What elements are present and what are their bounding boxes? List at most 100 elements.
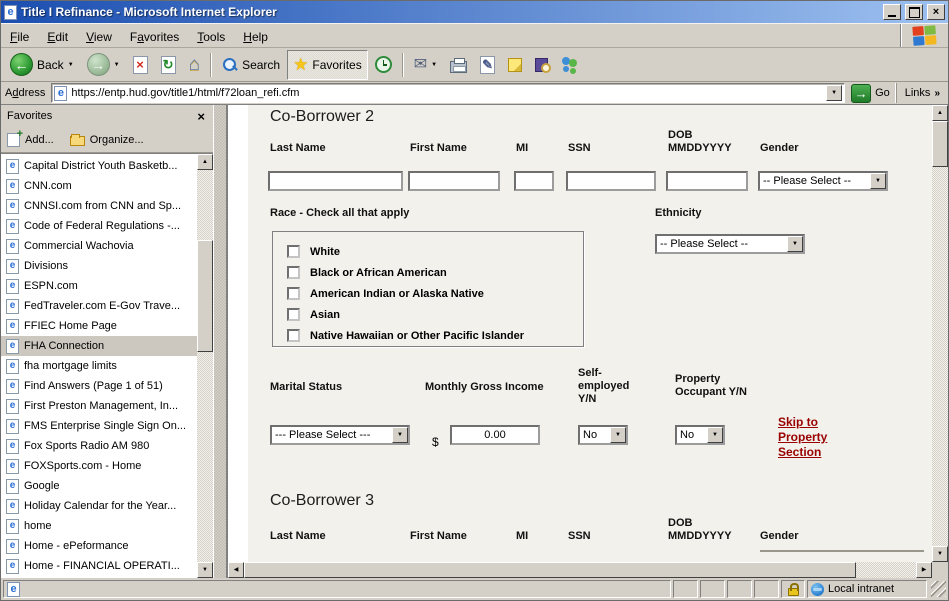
sidebar-splitter[interactable] [213, 105, 227, 578]
security-lock-pane[interactable] [781, 580, 805, 598]
home-button[interactable]: ⌂ [183, 50, 206, 80]
favorite-item[interactable]: e First Preston Management, In... [1, 396, 197, 416]
favorite-item[interactable]: e FedTraveler.com E-Gov Trave... [1, 296, 197, 316]
address-dropdown-icon[interactable]: ▼ [826, 85, 842, 101]
favorite-item[interactable]: e home [1, 516, 197, 536]
content-vscroll-thumb[interactable] [932, 121, 948, 167]
gender-select[interactable]: -- Please Select -- ▼ [758, 171, 888, 191]
mail-button[interactable]: ✉ ▼ [408, 50, 443, 80]
menu-item[interactable]: File [1, 24, 38, 47]
mail-dropdown-icon[interactable]: ▼ [431, 62, 437, 68]
favorite-label: CNNSI.com from CNN and Sp... [24, 200, 181, 212]
search-button[interactable]: Search [216, 50, 286, 80]
forward-button[interactable]: → ▼ [81, 50, 126, 80]
favorites-scroll-thumb[interactable] [197, 240, 213, 352]
favorite-item[interactable]: e Home - ePeformance [1, 536, 197, 556]
back-button[interactable]: ← Back ▼ [4, 50, 80, 80]
edit-button[interactable]: ✎ [474, 50, 501, 80]
add-favorite-button[interactable]: Add... [7, 133, 54, 147]
favorite-item[interactable]: e CNNSI.com from CNN and Sp... [1, 196, 197, 216]
skip-to-property-link[interactable]: Skip to Property Section [778, 415, 846, 460]
content-scroll-left-icon[interactable]: ◀ [228, 562, 244, 578]
close-button[interactable]: × [927, 4, 945, 20]
favorite-item[interactable]: e Fox Sports Radio AM 980 [1, 436, 197, 456]
race-option: American Indian or Alaska Native [287, 283, 583, 304]
race-checkbox[interactable] [287, 266, 300, 279]
print-button[interactable] [444, 50, 473, 80]
favorites-scroll-up-icon[interactable]: ▲ [197, 154, 213, 170]
mi-input[interactable] [514, 171, 554, 191]
links-label: Links [905, 87, 931, 99]
favorites-button[interactable]: ★ Favorites [287, 50, 368, 80]
history-button[interactable] [369, 50, 398, 80]
favorite-item[interactable]: e FMS Enterprise Single Sign On... [1, 416, 197, 436]
go-arrow-icon: → [851, 84, 871, 103]
status-pane [673, 580, 698, 598]
favorite-item[interactable]: e FHA Connection [1, 336, 197, 356]
self-employed-select-arrow-icon[interactable]: ▼ [610, 427, 626, 443]
favorite-item[interactable]: e Commercial Wachovia [1, 236, 197, 256]
menu-item[interactable]: Edit [38, 24, 77, 47]
organize-favorites-button[interactable]: Organize... [70, 133, 144, 146]
ethnicity-select-arrow-icon[interactable]: ▼ [787, 236, 803, 252]
race-checkbox[interactable] [287, 287, 300, 300]
marital-status-select[interactable]: --- Please Select --- ▼ [270, 425, 410, 445]
ssn-input[interactable] [566, 171, 656, 191]
stop-button[interactable]: × [127, 50, 154, 80]
favorite-item[interactable]: e Divisions [1, 256, 197, 276]
favorite-item[interactable]: e Capital District Youth Basketb... [1, 156, 197, 176]
race-checkbox[interactable] [287, 329, 300, 342]
ethnicity-select[interactable]: -- Please Select -- ▼ [655, 234, 805, 254]
content-scroll-up-icon[interactable]: ▲ [932, 105, 948, 121]
last-name-input[interactable] [268, 171, 403, 191]
menu-item[interactable]: View [77, 24, 121, 47]
content-scroll-right-icon[interactable]: ▶ [916, 562, 932, 578]
back-dropdown-icon[interactable]: ▼ [68, 62, 74, 68]
refresh-button[interactable]: ↻ [155, 50, 182, 80]
resize-grip[interactable] [931, 581, 946, 597]
favorite-item[interactable]: e Find Answers (Page 1 of 51) [1, 376, 197, 396]
gender-select-arrow-icon[interactable]: ▼ [870, 173, 886, 189]
gender-select-value: -- Please Select -- [760, 175, 870, 187]
menu-item[interactable]: Help [234, 24, 277, 47]
favorites-scrollbar[interactable]: ▲ ▼ [197, 154, 213, 578]
marital-select-arrow-icon[interactable]: ▼ [392, 427, 408, 443]
favorite-item[interactable]: e CNN.com [1, 176, 197, 196]
race-checkbox[interactable] [287, 308, 300, 321]
content-hscroll-thumb[interactable] [244, 562, 856, 578]
favorite-item[interactable]: e FFIEC Home Page [1, 316, 197, 336]
favorite-item[interactable]: e fha mortgage limits [1, 356, 197, 376]
self-employed-select[interactable]: No ▼ [578, 425, 628, 445]
history-icon [375, 56, 392, 73]
favorites-close-icon[interactable]: × [195, 110, 207, 123]
discuss-button[interactable] [502, 50, 528, 80]
favorite-item[interactable]: e FOXSports.com - Home [1, 456, 197, 476]
go-button[interactable]: → Go [851, 84, 890, 103]
address-input[interactable]: e https://entp.hud.gov/title1/html/f72lo… [51, 83, 845, 103]
race-checkbox[interactable] [287, 245, 300, 258]
favorite-item[interactable]: e Google [1, 476, 197, 496]
maximize-button[interactable] [905, 4, 923, 20]
minimize-button[interactable] [883, 4, 901, 20]
messenger-button[interactable] [555, 50, 585, 80]
property-occupant-select[interactable]: No ▼ [675, 425, 725, 445]
menu-item[interactable]: Favorites [121, 24, 188, 47]
favorite-item[interactable]: e Home - FINANCIAL OPERATI... [1, 556, 197, 576]
favorites-scroll-down-icon[interactable]: ▼ [197, 562, 213, 578]
research-button[interactable] [529, 50, 554, 80]
favorite-item[interactable]: e ESPN.com [1, 276, 197, 296]
dob-input[interactable] [666, 171, 748, 191]
content-horizontal-scrollbar[interactable]: ◀ ▶ [228, 562, 932, 578]
content-vertical-scrollbar[interactable]: ▲ ▼ [932, 105, 948, 562]
content-scroll-down-icon[interactable]: ▼ [932, 546, 948, 562]
first-name-input[interactable] [408, 171, 500, 191]
forward-icon: → [87, 53, 110, 76]
favorite-item[interactable]: e Code of Federal Regulations -... [1, 216, 197, 236]
menu-item[interactable]: Tools [188, 24, 234, 47]
monthly-income-input[interactable] [450, 425, 540, 445]
links-bar[interactable]: Links » [896, 83, 944, 103]
property-occupant-select-arrow-icon[interactable]: ▼ [707, 427, 723, 443]
race-option-label: American Indian or Alaska Native [310, 288, 484, 300]
forward-dropdown-icon[interactable]: ▼ [114, 62, 120, 68]
favorite-item[interactable]: e Holiday Calendar for the Year... [1, 496, 197, 516]
